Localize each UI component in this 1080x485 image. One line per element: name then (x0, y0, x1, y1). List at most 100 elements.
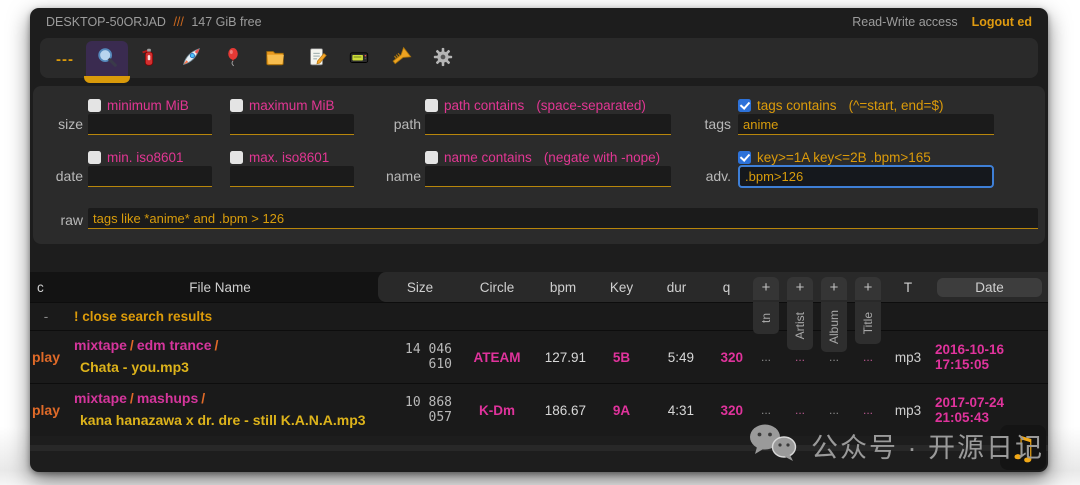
add-column-title-button[interactable]: + (855, 277, 881, 300)
path-label: path (373, 116, 421, 132)
hidden-column-album[interactable]: Album (821, 302, 847, 352)
hidden-column-artist[interactable]: Artist (787, 302, 813, 350)
tab-search[interactable] (86, 41, 128, 77)
col-header-bpm[interactable]: bpm (532, 280, 594, 295)
dur-cell: 5:49 (649, 350, 704, 365)
free-space: 147 GiB free (191, 15, 261, 29)
file-link[interactable]: Chata - you.mp3 (74, 359, 189, 375)
name-input[interactable] (425, 166, 671, 187)
type-cell: mp3 (885, 350, 931, 365)
tags-input[interactable] (738, 114, 994, 135)
raw-label: raw (47, 212, 83, 228)
hidden-column-title[interactable]: Title (855, 302, 881, 344)
tab-config[interactable] (422, 41, 464, 77)
date-min-checkbox-label[interactable]: min. iso8601 (107, 150, 184, 165)
path-checkbox[interactable] (425, 99, 438, 112)
col-header-key[interactable]: Key (594, 280, 649, 295)
adv-label: adv. (683, 168, 731, 184)
raw-input[interactable] (88, 208, 1038, 229)
tab-audio[interactable] (380, 41, 422, 77)
size-cell: 10 868 057 (378, 395, 462, 425)
title-cell: ... (851, 350, 885, 364)
music-note-icon: ♫ (1009, 429, 1038, 467)
artist-cell: ... (783, 350, 817, 364)
file-cell: mixtape/edm trance/ Chata - you.mp3 (62, 335, 378, 378)
size-max-input[interactable] (230, 114, 354, 135)
path-segment[interactable]: mixtape (74, 390, 127, 406)
play-button[interactable]: play (30, 402, 62, 418)
file-cell: mixtape/mashups/ kana hanazawa x dr. dre… (62, 388, 378, 431)
col-header-q[interactable]: q (704, 280, 749, 295)
logout-link[interactable]: Logout ed (972, 15, 1032, 33)
audio-player-toggle[interactable]: ♫ (1000, 425, 1046, 470)
col-header-date[interactable]: Date (937, 278, 1042, 297)
size-min-input[interactable] (88, 114, 212, 135)
date-cell: 2017-07-24 21:05:43 (931, 395, 1048, 425)
close-row-marker: - (30, 309, 62, 324)
top-bar: DESKTOP-50ORJAD /// 147 GiB free Read-Wr… (46, 15, 1032, 33)
name-checkbox-label[interactable]: name contains (444, 150, 532, 165)
adv-checkbox-label[interactable]: key>=1A key<=2B .bpm>165 (757, 150, 931, 165)
memo-icon (306, 46, 328, 73)
date-max-checkbox-label[interactable]: max. iso8601 (249, 150, 329, 165)
bpm-cell: 186.67 (532, 403, 594, 418)
path-input[interactable] (425, 114, 671, 135)
album-cell: ... (817, 350, 851, 364)
adv-checkbox[interactable] (738, 151, 751, 164)
access-status: Read-Write access (852, 15, 957, 33)
path-separator: / (130, 390, 134, 406)
col-header-t[interactable]: T (885, 280, 931, 295)
date-max-input[interactable] (230, 166, 354, 187)
path-checkbox-label[interactable]: path contains (444, 98, 524, 113)
tab-bup[interactable] (212, 41, 254, 77)
path-segment[interactable]: mashups (137, 390, 198, 406)
results-table: c File Name Size Circle bpm Key dur q + … (30, 272, 1048, 436)
size-max-checkbox[interactable] (230, 99, 243, 112)
app-window: DESKTOP-50ORJAD /// 147 GiB free Read-Wr… (30, 8, 1048, 472)
fire-extinguisher-icon (138, 46, 160, 73)
balloon-icon (222, 46, 244, 73)
circle-cell: ATEAM (462, 350, 532, 365)
col-header-file-name[interactable]: File Name (62, 280, 378, 295)
date-min-input[interactable] (88, 166, 212, 187)
path-segment[interactable]: edm trance (137, 337, 212, 353)
play-button[interactable]: play (30, 349, 62, 365)
tab-unpost[interactable] (128, 41, 170, 77)
tab-mkdir[interactable] (254, 41, 296, 77)
close-search-results-link[interactable]: ! close search results (62, 309, 378, 324)
adv-input[interactable] (738, 165, 994, 188)
col-header-c[interactable]: c (30, 280, 62, 295)
tags-checkbox-label[interactable]: tags contains (757, 98, 837, 113)
add-column-album-button[interactable]: + (821, 277, 847, 300)
title-cell: ... (851, 403, 885, 417)
tn-cell: ... (749, 350, 783, 364)
name-checkbox[interactable] (425, 151, 438, 164)
col-header-size[interactable]: Size (378, 280, 462, 295)
col-header-circle[interactable]: Circle (462, 280, 532, 295)
add-column-tn-button[interactable]: + (753, 277, 779, 300)
date-label: date (47, 168, 83, 184)
size-min-checkbox-label[interactable]: minimum MiB (107, 98, 189, 113)
circle-cell: K-Dm (462, 403, 532, 418)
pager-icon (348, 46, 370, 73)
dur-cell: 4:31 (649, 403, 704, 418)
path-separator: / (201, 390, 205, 406)
tab-msg[interactable] (338, 41, 380, 77)
date-min-checkbox[interactable] (88, 151, 101, 164)
col-header-dur[interactable]: dur (649, 280, 704, 295)
path-separator: / (215, 337, 219, 353)
path-segment[interactable]: mixtape (74, 337, 127, 353)
date-max-checkbox[interactable] (230, 151, 243, 164)
tags-checkbox[interactable] (738, 99, 751, 112)
tab-dashes[interactable]: --- (44, 41, 86, 77)
file-path: mixtape/mashups/ (74, 388, 378, 410)
tab-new-doc[interactable] (296, 41, 338, 77)
add-column-artist-button[interactable]: + (787, 277, 813, 300)
album-cell: ... (817, 403, 851, 417)
file-link[interactable]: kana hanazawa x dr. dre - still K.A.N.A.… (74, 412, 366, 428)
size-min-checkbox[interactable] (88, 99, 101, 112)
tab-up2k[interactable] (170, 41, 212, 77)
size-max-checkbox-label[interactable]: maximum MiB (249, 98, 335, 113)
gear-icon (432, 46, 454, 73)
hidden-column-tn[interactable]: tn (753, 302, 779, 334)
